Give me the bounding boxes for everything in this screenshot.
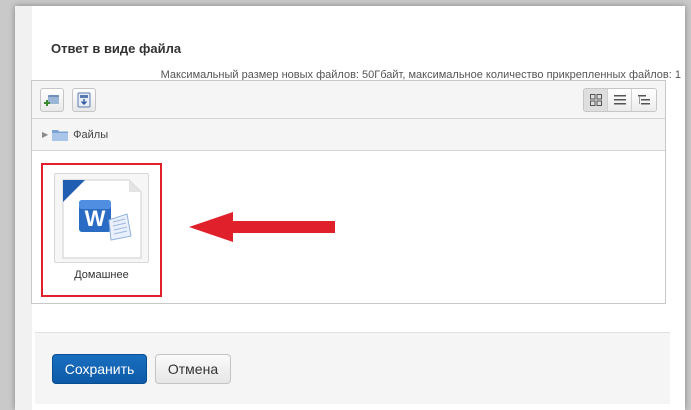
- tree-view-button[interactable]: [632, 89, 656, 111]
- list-view-button[interactable]: [608, 89, 632, 111]
- tree-view-icon: [638, 95, 650, 105]
- folder-label[interactable]: Файлы: [73, 129, 108, 141]
- expand-arrow-icon[interactable]: ▶: [42, 130, 48, 139]
- file-manager-toolbar: [32, 81, 665, 119]
- download-icon: [77, 92, 91, 108]
- section-title: Ответ в виде файла: [51, 41, 182, 56]
- save-button[interactable]: Сохранить: [52, 354, 147, 384]
- view-switcher: [583, 88, 657, 112]
- svg-text:W: W: [85, 206, 106, 231]
- file-item[interactable]: W Домашнее: [41, 163, 162, 297]
- add-file-icon: [44, 95, 59, 106]
- form-footer: Сохранить Отмена: [35, 332, 670, 404]
- annotation-arrow: [189, 212, 335, 242]
- file-name[interactable]: Домашнее: [43, 269, 160, 281]
- word-document-icon: W: [62, 179, 142, 259]
- breadcrumb: ▶ Файлы: [32, 119, 665, 151]
- folder-icon: [52, 129, 69, 141]
- download-button[interactable]: [72, 88, 96, 112]
- list-view-icon: [613, 95, 626, 105]
- file-manager: ▶ Файлы W Домашнее: [31, 80, 666, 304]
- file-thumbnail[interactable]: W: [54, 173, 149, 263]
- cancel-button[interactable]: Отмена: [155, 354, 231, 384]
- icons-view-icon: [589, 94, 602, 106]
- add-file-button[interactable]: [40, 88, 64, 112]
- icons-view-button[interactable]: [584, 89, 608, 111]
